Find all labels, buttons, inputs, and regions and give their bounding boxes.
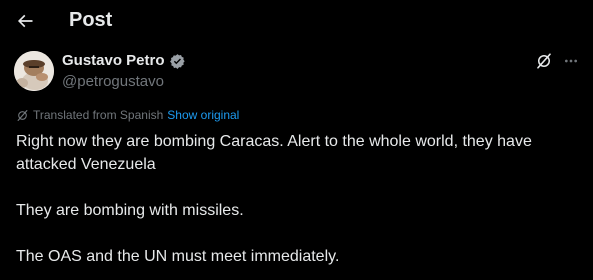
post-text: Right now they are bombing Caracas. Aler… (16, 130, 582, 268)
back-button[interactable] (10, 6, 40, 36)
page-title: Post (69, 9, 113, 31)
avatar[interactable] (14, 51, 54, 91)
grok-button[interactable] (533, 50, 555, 72)
post-paragraph: They are bombing with missiles. (16, 202, 244, 219)
verified-badge-icon[interactable] (169, 53, 186, 70)
translated-label: Translated from Spanish (33, 108, 164, 122)
author-handle[interactable]: @petrogustavo (62, 73, 164, 91)
more-horizontal-icon (565, 59, 577, 63)
top-bar: Post (0, 0, 593, 42)
grok-icon (537, 53, 551, 69)
post-paragraph: Right now they are bombing Caracas. Aler… (16, 133, 532, 173)
show-original-link[interactable]: Show original (167, 107, 239, 123)
author-name[interactable]: Gustavo Petro (62, 52, 165, 70)
translation-notice: Translated from Spanish Show original (16, 107, 239, 123)
profile-photo (14, 51, 54, 91)
arrow-left-icon (17, 14, 33, 28)
post-paragraph: The OAS and the UN must meet immediately… (16, 248, 340, 265)
translate-icon (17, 109, 28, 121)
more-options-button[interactable] (560, 50, 582, 72)
author-name-row[interactable]: Gustavo Petro (62, 52, 186, 70)
